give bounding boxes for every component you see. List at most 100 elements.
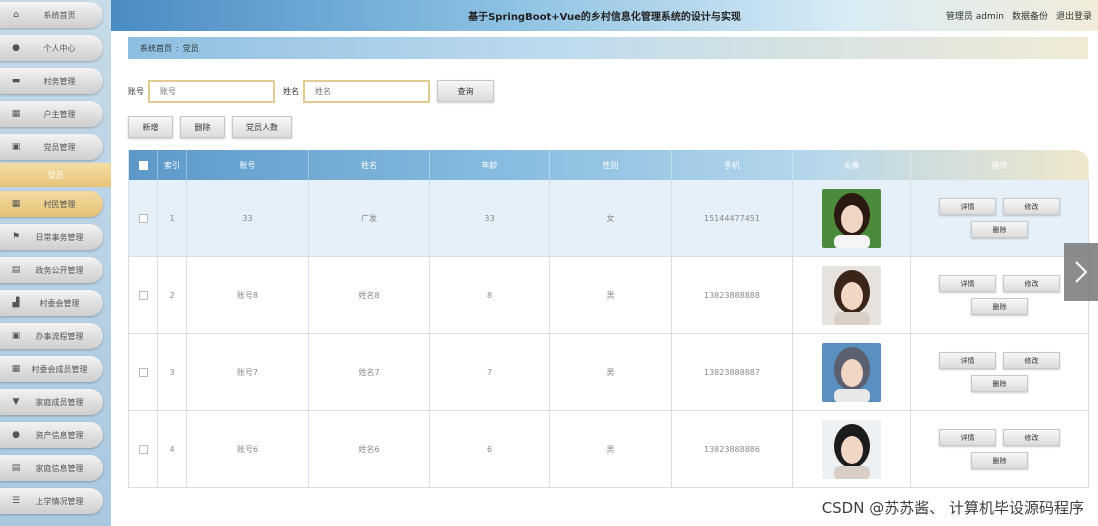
watermark: CSDN @苏苏酱、 计算机毕设源码程序 (821, 499, 1084, 517)
sidebar-item-11[interactable]: ▼ 家庭成员管理 (0, 389, 103, 415)
cell-index: 1 (158, 180, 187, 256)
row-checkbox[interactable] (138, 290, 148, 300)
sidebar-item-2[interactable]: ▬ 村务管理 (0, 68, 103, 94)
flag-icon: ⚑ (11, 232, 21, 242)
cell-index: 4 (158, 411, 187, 487)
chevron-right-icon (1075, 261, 1088, 283)
detail-button[interactable]: 详情 (939, 429, 996, 446)
breadcrumb-home[interactable]: 系统首页 (140, 43, 172, 54)
top-header: 基于SpringBoot+Vue的乡村信息化管理系统的设计与实现 管理员 adm… (111, 0, 1098, 31)
next-arrow-button[interactable] (1064, 243, 1098, 301)
row-select-cell (128, 411, 158, 487)
cell-gender: 男 (550, 334, 672, 410)
sidebar-item-9[interactable]: ▣ 办事流程管理 (0, 323, 103, 349)
data-backup-link[interactable]: 数据备份 (1012, 9, 1048, 22)
account-label: 账号 (128, 86, 144, 96)
account-input[interactable] (148, 79, 275, 103)
cell-age: 8 (430, 257, 550, 333)
sidebar-item-10[interactable]: ▦ 村委会成员管理 (0, 356, 103, 382)
col-account[interactable]: 账号 (187, 150, 309, 180)
sidebar-subitem-party-member[interactable]: 党员 (0, 163, 111, 187)
home-icon: ⌂ (13, 10, 19, 20)
sidebar-item-label: 系统首页 (43, 10, 76, 20)
edit-button[interactable]: 修改 (1003, 352, 1060, 369)
col-index: 索引 (158, 150, 187, 180)
globe-icon: ● (12, 430, 20, 440)
sidebar-item-label: 资产信息管理 (35, 430, 84, 440)
cell-name: 姓名6 (309, 411, 430, 487)
detail-button[interactable]: 详情 (939, 352, 996, 369)
delete-button[interactable]: 删除 (971, 221, 1028, 238)
name-input[interactable] (303, 79, 430, 103)
cell-account: 账号6 (187, 411, 309, 487)
sidebar-item-4[interactable]: ▣ 党员管理 (0, 134, 103, 160)
select-all-checkbox[interactable] (138, 160, 148, 170)
chart-icon: ▟ (12, 298, 20, 308)
delete-button[interactable]: 删除 (971, 452, 1028, 469)
sidebar-item-13[interactable]: ▤ 家庭信息管理 (0, 455, 103, 481)
briefcase-icon: ▤ (11, 265, 21, 275)
sidebar-item-label: 党员管理 (43, 142, 76, 152)
table-row[interactable]: 4 账号6 姓名6 6 男 13823888886 详情 修改 删除 (128, 411, 1089, 488)
sidebar-item-label: 个人中心 (43, 43, 76, 53)
col-gender[interactable]: 性别 (550, 150, 672, 180)
sidebar-item-14[interactable]: ☰ 上学情况管理 (0, 488, 103, 514)
table-header: 索引 账号 姓名 年龄 性别 手机 头像 操作 (128, 150, 1089, 180)
breadcrumb-sep: : (176, 43, 179, 53)
sidebar-item-7[interactable]: ▤ 政务公开管理 (0, 257, 103, 283)
sidebar-item-12[interactable]: ● 资产信息管理 (0, 422, 103, 448)
sidebar-item-label: 村务管理 (43, 76, 76, 86)
col-age[interactable]: 年龄 (430, 150, 550, 180)
cell-phone: 13823888886 (672, 411, 793, 487)
sidebar-item-8[interactable]: ▟ 村委会管理 (0, 290, 103, 316)
cell-account: 33 (187, 180, 309, 256)
cell-name: 姓名8 (309, 257, 430, 333)
cell-avatar (793, 411, 911, 487)
sidebar-item-0[interactable]: ⌂ 系统首页 (0, 2, 103, 28)
doc-icon: ▣ (11, 331, 21, 341)
cell-gender: 女 (550, 180, 672, 256)
cell-actions: 详情 修改 删除 (911, 180, 1089, 256)
row-checkbox[interactable] (138, 367, 148, 377)
add-button[interactable]: 新增 (128, 116, 173, 138)
member-count-button[interactable]: 党员人数 (232, 116, 292, 138)
sidebar-item-label: 政务公开管理 (35, 265, 84, 275)
logout-link[interactable]: 退出登录 (1056, 9, 1092, 22)
sidebar-item-1[interactable]: ● 个人中心 (0, 35, 103, 61)
row-checkbox[interactable] (138, 444, 148, 454)
edit-button[interactable]: 修改 (1003, 275, 1060, 292)
grid-icon: ▦ (11, 364, 21, 374)
edit-button[interactable]: 修改 (1003, 429, 1060, 446)
sidebar-item-label: 村委会成员管理 (31, 364, 88, 374)
row-select-cell (128, 257, 158, 333)
detail-button[interactable]: 详情 (939, 275, 996, 292)
list-icon: ▤ (11, 463, 21, 473)
card-icon: ▬ (11, 76, 21, 86)
cell-gender: 男 (550, 411, 672, 487)
delete-button[interactable]: 删除 (971, 375, 1028, 392)
cell-age: 7 (430, 334, 550, 410)
table-row[interactable]: 3 账号7 姓名7 7 男 13823888887 详情 修改 删除 (128, 334, 1089, 411)
members-table: 索引 账号 姓名 年龄 性别 手机 头像 操作 1 33 广发 33 女 151… (128, 150, 1089, 526)
sidebar-item-5[interactable]: ▦ 村民管理 (0, 191, 103, 217)
row-checkbox[interactable] (138, 213, 148, 223)
delete-button[interactable]: 删除 (971, 298, 1028, 315)
batch-delete-button[interactable]: 删除 (180, 116, 225, 138)
select-all-cell (128, 150, 158, 180)
cell-name: 姓名7 (309, 334, 430, 410)
breadcrumb-current: 党员 (182, 43, 199, 53)
detail-button[interactable]: 详情 (939, 198, 996, 215)
edit-button[interactable]: 修改 (1003, 198, 1060, 215)
doc-icon: ▣ (11, 142, 21, 152)
query-button[interactable]: 查询 (437, 80, 494, 102)
col-name[interactable]: 姓名 (309, 150, 430, 180)
funnel-icon: ▼ (12, 397, 20, 407)
sidebar-item-3[interactable]: ▦ 户主管理 (0, 101, 103, 127)
cell-account: 账号8 (187, 257, 309, 333)
table-row[interactable]: 1 33 广发 33 女 15144477451 详情 修改 删除 (128, 180, 1089, 257)
sidebar-item-label: 家庭成员管理 (35, 397, 84, 407)
col-phone[interactable]: 手机 (672, 150, 793, 180)
sidebar-item-6[interactable]: ⚑ 日常事务管理 (0, 224, 103, 250)
grid-icon: ▦ (11, 109, 21, 119)
table-row[interactable]: 2 账号8 姓名8 8 男 13823888888 详情 修改 删除 (128, 257, 1089, 334)
